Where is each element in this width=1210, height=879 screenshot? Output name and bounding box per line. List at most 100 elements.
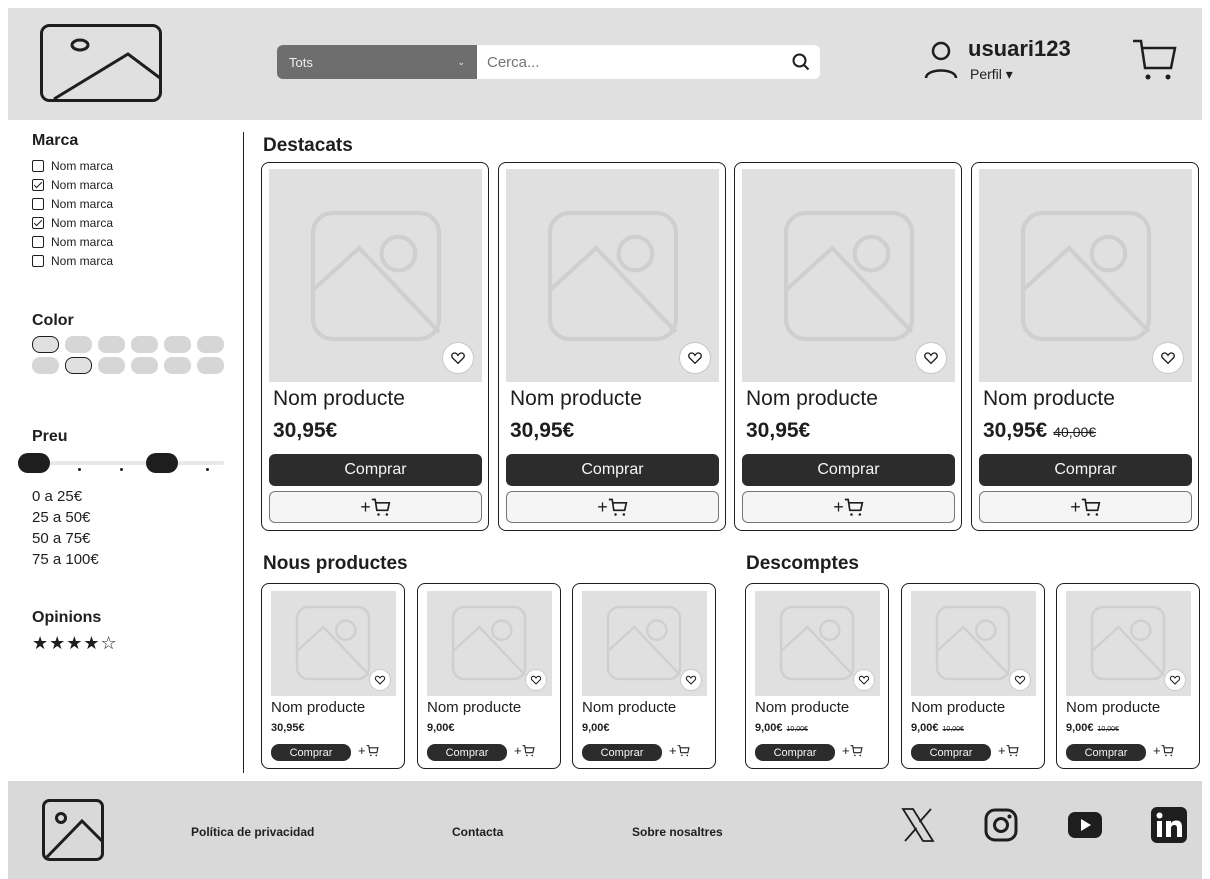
price-range-option[interactable]: 25 a 50€ (32, 507, 232, 528)
privacy-link[interactable]: Política de privacidad (191, 825, 314, 839)
contact-link[interactable]: Contacta (452, 825, 503, 839)
brand-filter-item[interactable]: Nom marca (32, 232, 232, 251)
product-image[interactable] (742, 169, 955, 382)
add-to-cart-button[interactable]: + (669, 743, 690, 758)
product-card[interactable]: Nom producte 30,95€ Comprar + (498, 162, 726, 531)
search-icon[interactable] (792, 53, 810, 71)
product-card[interactable]: Nom producte 9,00€ 10,00€ Comprar + (901, 583, 1045, 769)
cart-icon[interactable] (1131, 38, 1177, 82)
buy-button[interactable]: Comprar (427, 744, 507, 761)
product-image[interactable] (1066, 591, 1191, 696)
product-card[interactable]: Nom producte 30,95€ Comprar + (261, 162, 489, 531)
logo-icon[interactable] (40, 24, 162, 102)
buy-button[interactable]: Comprar (742, 454, 955, 486)
buy-button[interactable]: Comprar (979, 454, 1192, 486)
product-card[interactable]: Nom producte 9,00€ 10,00€ Comprar + (1056, 583, 1200, 769)
favorite-button[interactable] (1152, 342, 1184, 374)
brand-checkbox[interactable] (32, 235, 44, 248)
price-range-option[interactable]: 0 a 25€ (32, 486, 232, 507)
search-input[interactable] (487, 53, 767, 71)
brand-filter-item[interactable]: Nom marca (32, 213, 232, 232)
product-card[interactable]: Nom producte 30,95€ Comprar + (261, 583, 405, 769)
color-swatch[interactable] (65, 357, 92, 374)
brand-checkbox[interactable] (32, 216, 44, 229)
product-image[interactable] (271, 591, 396, 696)
color-swatch[interactable] (164, 336, 191, 353)
profile-dropdown[interactable]: Perfil ▾ (970, 66, 1013, 83)
rating-stars[interactable]: ★★★★☆ (32, 633, 232, 654)
color-swatch[interactable] (98, 336, 125, 353)
product-image[interactable] (979, 169, 1192, 382)
buy-button[interactable]: Comprar (911, 744, 991, 761)
favorite-button[interactable] (525, 669, 547, 691)
brand-filter-item[interactable]: Nom marca (32, 175, 232, 194)
user-menu[interactable]: usuari123 Perfil ▾ (924, 34, 1094, 94)
favorite-button[interactable] (915, 342, 947, 374)
brand-filter-item[interactable]: Nom marca (32, 194, 232, 213)
linkedin-icon[interactable] (1151, 807, 1187, 843)
favorite-button[interactable] (853, 669, 875, 691)
add-to-cart-button[interactable]: + (506, 491, 719, 523)
favorite-button[interactable] (679, 342, 711, 374)
add-to-cart-button[interactable]: + (1153, 743, 1174, 758)
brand-filter-item[interactable]: Nom marca (32, 156, 232, 175)
price-range-option[interactable]: 75 a 100€ (32, 549, 232, 570)
add-to-cart-button[interactable]: + (998, 743, 1019, 758)
add-to-cart-button[interactable]: + (842, 743, 863, 758)
youtube-icon[interactable] (1067, 811, 1103, 839)
add-to-cart-button[interactable]: + (269, 491, 482, 523)
color-swatch[interactable] (32, 357, 59, 374)
buy-button[interactable]: Comprar (269, 454, 482, 486)
image-placeholder-icon (935, 605, 1011, 681)
image-placeholder-icon (606, 605, 682, 681)
product-image[interactable] (427, 591, 552, 696)
favorite-button[interactable] (680, 669, 702, 691)
product-card[interactable]: Nom producte 30,95€ Comprar + (734, 162, 962, 531)
brand-checkbox[interactable] (32, 254, 44, 267)
buy-button[interactable]: Comprar (506, 454, 719, 486)
add-to-cart-button[interactable]: + (742, 491, 955, 523)
add-to-cart-button[interactable]: + (514, 743, 535, 758)
about-link[interactable]: Sobre nosaltres (632, 825, 723, 839)
product-image[interactable] (911, 591, 1036, 696)
logo-icon[interactable] (42, 799, 104, 861)
color-swatch[interactable] (98, 357, 125, 374)
product-card[interactable]: Nom producte 9,00€ 10,00€ Comprar + (745, 583, 889, 769)
color-swatch[interactable] (164, 357, 191, 374)
brand-filter-item[interactable]: Nom marca (32, 251, 232, 270)
product-image[interactable] (755, 591, 880, 696)
add-to-cart-button[interactable]: + (979, 491, 1192, 523)
x-twitter-icon[interactable] (900, 807, 936, 843)
favorite-button[interactable] (1009, 669, 1031, 691)
image-placeholder-icon (295, 605, 371, 681)
brand-checkbox[interactable] (32, 178, 44, 191)
color-swatch[interactable] (32, 336, 59, 353)
color-swatch[interactable] (131, 336, 158, 353)
color-swatch[interactable] (65, 336, 92, 353)
color-swatch[interactable] (197, 336, 224, 353)
slider-handle-min[interactable] (18, 453, 50, 473)
favorite-button[interactable] (442, 342, 474, 374)
buy-button[interactable]: Comprar (1066, 744, 1146, 761)
favorite-button[interactable] (369, 669, 391, 691)
color-swatch[interactable] (131, 357, 158, 374)
product-card[interactable]: Nom producte 30,95€ 40,00€ Comprar + (971, 162, 1199, 531)
color-swatch[interactable] (197, 357, 224, 374)
buy-button[interactable]: Comprar (271, 744, 351, 761)
favorite-button[interactable] (1164, 669, 1186, 691)
product-image[interactable] (582, 591, 707, 696)
brand-checkbox[interactable] (32, 159, 44, 172)
category-select[interactable]: Tots ⌄ (277, 45, 477, 79)
add-to-cart-button[interactable]: + (358, 743, 379, 758)
product-image[interactable] (506, 169, 719, 382)
price-slider[interactable] (18, 452, 224, 476)
product-image[interactable] (269, 169, 482, 382)
slider-handle-max[interactable] (146, 453, 178, 473)
instagram-icon[interactable] (983, 807, 1019, 843)
price-range-option[interactable]: 50 a 75€ (32, 528, 232, 549)
buy-button[interactable]: Comprar (755, 744, 835, 761)
product-card[interactable]: Nom producte 9,00€ Comprar + (417, 583, 561, 769)
product-card[interactable]: Nom producte 9,00€ Comprar + (572, 583, 716, 769)
brand-checkbox[interactable] (32, 197, 44, 210)
buy-button[interactable]: Comprar (582, 744, 662, 761)
